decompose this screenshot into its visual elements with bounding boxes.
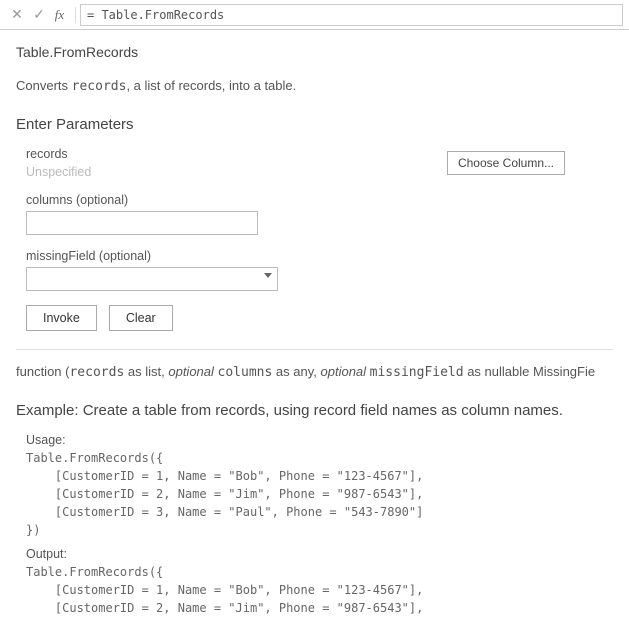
formula-bar: ✕ ✓ fx: [0, 0, 629, 30]
param-columns-input[interactable]: [26, 211, 258, 235]
content-pane: Table.FromRecords Converts records, a li…: [0, 30, 629, 617]
param-columns: columns (optional): [26, 193, 613, 235]
sig-p3-opt: optional: [321, 364, 370, 379]
formula-input[interactable]: [80, 4, 623, 26]
fx-label: fx: [50, 7, 76, 23]
function-title: Table.FromRecords: [16, 44, 613, 60]
sig-p2-as: as any,: [272, 364, 320, 379]
usage-label: Usage:: [16, 433, 613, 447]
action-row: Invoke Clear: [26, 305, 613, 331]
invoke-button[interactable]: Invoke: [26, 305, 97, 331]
param-missingfield-select[interactable]: [26, 267, 278, 291]
clear-button[interactable]: Clear: [109, 305, 173, 331]
function-signature: function (records as list, optional colu…: [16, 364, 613, 380]
parameters-header: Enter Parameters: [16, 116, 613, 133]
param-missingfield: missingField (optional): [26, 249, 613, 291]
sig-p2-opt: optional: [168, 364, 217, 379]
choose-column-button[interactable]: Choose Column...: [447, 151, 565, 175]
sig-p3-as: as nullable MissingFie: [464, 364, 596, 379]
desc-code: records: [72, 79, 127, 94]
commit-icon[interactable]: ✓: [28, 4, 50, 26]
param-records-label: records: [26, 147, 91, 161]
param-missingfield-label: missingField (optional): [26, 249, 613, 263]
sig-p2-name: columns: [218, 365, 273, 380]
desc-text-after: , a list of records, into a table.: [126, 78, 296, 93]
param-columns-label: columns (optional): [26, 193, 613, 207]
sig-prefix: function (: [16, 364, 69, 379]
param-missingfield-input[interactable]: [26, 267, 278, 291]
usage-code: Table.FromRecords({ [CustomerID = 1, Nam…: [16, 449, 613, 539]
parameters-block: records Unspecified Choose Column... col…: [16, 147, 613, 331]
desc-text-before: Converts: [16, 78, 72, 93]
sig-p1-as: as list,: [124, 364, 168, 379]
cancel-icon[interactable]: ✕: [6, 4, 28, 26]
param-records-unspecified: Unspecified: [26, 165, 91, 179]
function-description: Converts records, a list of records, int…: [16, 78, 613, 94]
sig-p3-name: missingField: [370, 365, 464, 380]
sig-p1-name: records: [69, 365, 124, 380]
example-header: Example: Create a table from records, us…: [16, 402, 613, 419]
output-code: Table.FromRecords({ [CustomerID = 1, Nam…: [16, 563, 613, 617]
output-label: Output:: [16, 547, 613, 561]
divider: [16, 349, 613, 350]
param-records: records Unspecified Choose Column...: [26, 147, 613, 179]
